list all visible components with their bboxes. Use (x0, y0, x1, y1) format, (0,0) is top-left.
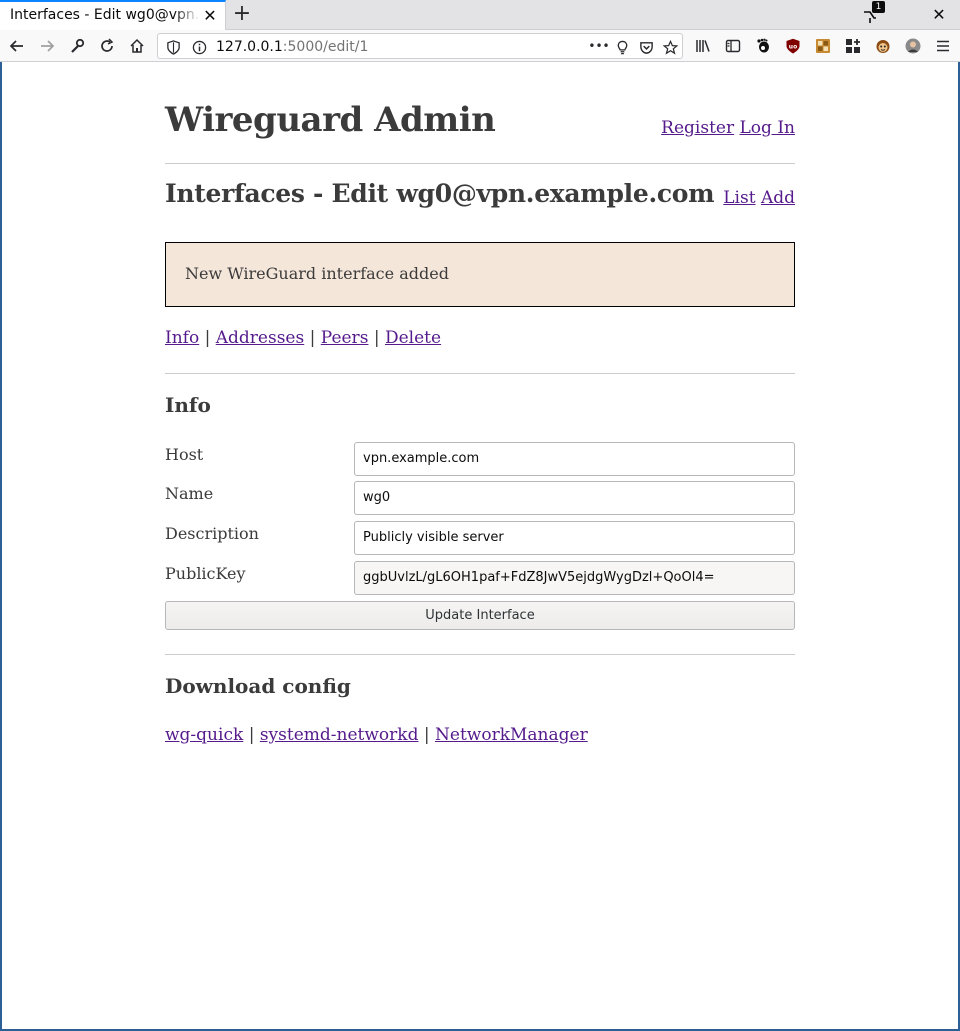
login-link[interactable]: Log In (740, 118, 795, 138)
flash-message-text: New WireGuard interface added (185, 264, 449, 283)
wrench-icon[interactable] (66, 35, 88, 57)
add-link[interactable]: Add (761, 188, 795, 208)
reload-icon[interactable] (96, 35, 118, 57)
info-icon[interactable] (190, 38, 208, 56)
info-divider (165, 373, 795, 374)
auth-links: Register Log In (661, 118, 795, 138)
menu-icon[interactable] (934, 37, 952, 55)
description-input[interactable]: Publicly visible server (354, 521, 795, 555)
extension-icon[interactable] (814, 37, 832, 55)
separator: | (204, 328, 211, 348)
lightbulb-icon[interactable] (613, 38, 631, 56)
site-title: Wireguard Admin (165, 100, 496, 140)
tab-close-icon[interactable]: ✕ (202, 7, 218, 25)
download-section-title: Download config (165, 674, 351, 698)
host-label: Host (165, 445, 204, 464)
subnav-addresses-link[interactable]: Addresses (216, 328, 304, 348)
bookmark-star-icon[interactable] (661, 38, 679, 56)
page-title: Interfaces - Edit wg0@vpn.example.com (165, 179, 715, 208)
url-bar[interactable]: 127.0.0.1:5000/edit/1 ••• (157, 33, 683, 59)
subnav-peers-link[interactable]: Peers (321, 328, 369, 348)
tab-bar: Interfaces - Edit wg0@vpn.example.com ✕ … (0, 0, 960, 30)
url-path: :5000/edit/1 (282, 39, 369, 55)
interface-links: List Add (723, 188, 795, 208)
url-host: 127.0.0.1 (216, 39, 283, 55)
new-tab-button[interactable]: + (232, 3, 252, 25)
subnav-delete-link[interactable]: Delete (385, 328, 441, 348)
url-text[interactable]: 127.0.0.1:5000/edit/1 (216, 39, 368, 55)
host-input[interactable]: vpn.example.com (354, 442, 795, 476)
name-label: Name (165, 484, 214, 503)
svg-text:uo: uo (789, 44, 797, 51)
sidebar-icon[interactable] (724, 37, 742, 55)
window-close-icon[interactable]: ✕ (930, 5, 948, 25)
forward-arrow-icon[interactable] (36, 35, 58, 57)
info-section-title: Info (165, 393, 211, 417)
page-actions-icon[interactable]: ••• (588, 37, 610, 55)
register-link[interactable]: Register (661, 118, 734, 138)
interface-subnav: Info | Addresses | Peers | Delete (165, 328, 441, 348)
separator: | (373, 328, 380, 348)
grid-extension-icon[interactable] (844, 37, 862, 55)
list-link[interactable]: List (723, 188, 755, 208)
separator: | (248, 725, 255, 745)
systemd-networkd-link[interactable]: systemd-networkd (260, 725, 419, 745)
flash-message: New WireGuard interface added (165, 242, 795, 307)
avatar-icon[interactable] (904, 37, 922, 55)
pocket-icon[interactable] (637, 38, 655, 56)
back-arrow-icon[interactable] (6, 35, 28, 57)
wg-quick-link[interactable]: wg-quick (165, 725, 243, 745)
tab-title: Interfaces - Edit wg0@vpn.example.com (10, 7, 200, 23)
separator: | (309, 328, 316, 348)
name-input[interactable]: wg0 (354, 481, 795, 515)
navigation-toolbar: 127.0.0.1:5000/edit/1 ••• uo (0, 30, 960, 62)
gnome-icon[interactable] (754, 37, 772, 55)
monkey-extension-icon[interactable] (874, 37, 892, 55)
subnav-info-link[interactable]: Info (165, 328, 199, 348)
download-divider (165, 654, 795, 655)
publickey-label: PublicKey (165, 564, 246, 583)
header-divider (165, 163, 795, 164)
ublock-icon[interactable]: uo (784, 37, 802, 55)
description-label: Description (165, 524, 259, 543)
active-tab[interactable]: Interfaces - Edit wg0@vpn.example.com ✕ (0, 0, 226, 30)
library-icon[interactable] (694, 37, 712, 55)
separator: | (423, 725, 430, 745)
home-icon[interactable] (126, 35, 148, 57)
networkmanager-link[interactable]: NetworkManager (435, 725, 588, 745)
publickey-input[interactable]: ggbUvlzL/gL6OH1paf+FdZ8JwV5ejdgWygDzl+Qo… (354, 561, 795, 595)
shield-icon[interactable] (164, 38, 182, 56)
download-config-links: wg-quick | systemd-networkd | NetworkMan… (165, 725, 588, 745)
update-interface-button[interactable]: Update Interface (165, 601, 795, 630)
tray-badge: 1 (872, 1, 885, 13)
